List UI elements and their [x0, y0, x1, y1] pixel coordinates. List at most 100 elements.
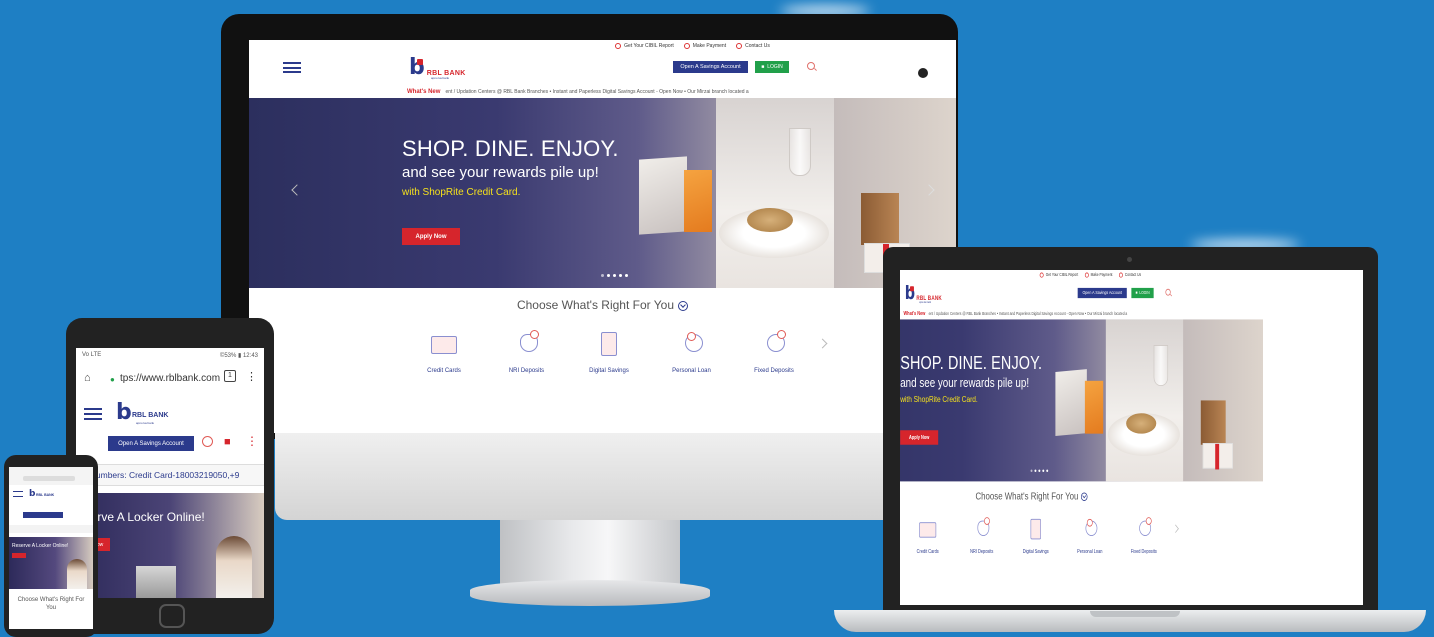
login-button[interactable]: ■ LOGIN	[1131, 287, 1154, 299]
phone-address-bar[interactable]	[23, 476, 75, 481]
brand-logo[interactable]: b RBL BANK apno ka bank	[905, 284, 942, 305]
news-ticker: What's New ent / Updation Centers @ RBL …	[900, 309, 1263, 319]
product-digital-savings[interactable]: Digital Savings	[574, 330, 644, 374]
ticker-text[interactable]: lumbers: Credit Card-18003219050,+9	[94, 470, 239, 480]
product-list: Credit Cards NRI Deposits Digital Saving…	[905, 517, 1167, 555]
chevron-right-icon[interactable]	[923, 184, 935, 196]
phone-screen: b RBL BANK Reserve A Locker Online! Choo…	[9, 467, 93, 629]
carousel-dots[interactable]	[601, 274, 628, 277]
tablet-home-button[interactable]	[159, 604, 185, 628]
home-icon[interactable]: ⌂	[84, 372, 91, 384]
logo-tagline: apno ka bank	[431, 76, 450, 80]
apply-now-button[interactable]	[12, 553, 26, 558]
product-credit-cards[interactable]: Credit Cards	[409, 330, 479, 374]
gift-ribbon-image	[1202, 443, 1233, 470]
open-account-button[interactable]: Open A Savings Account	[1077, 287, 1127, 299]
product-fixed-deposits[interactable]: Fixed Deposits	[1121, 517, 1167, 555]
orange-bag-image	[1084, 380, 1104, 434]
hero-subtitle: and see your rewards pile up!	[402, 164, 599, 181]
search-icon[interactable]	[1165, 288, 1171, 296]
product-personal-loan[interactable]: Personal Loan	[657, 330, 727, 374]
contact-link[interactable]: Contact Us	[1118, 272, 1141, 278]
open-account-button[interactable]	[23, 512, 63, 518]
choose-heading-cont: You	[45, 605, 57, 611]
wine-glass-image	[789, 128, 811, 176]
logo-text[interactable]: RBL BANK	[132, 412, 168, 419]
shopping-bag-image	[1055, 369, 1087, 436]
hero-banner: SHOP. DINE. ENJOY. and see your rewards …	[900, 319, 1264, 482]
product-label: Digital Savings	[589, 368, 629, 374]
money-bag-icon	[512, 330, 542, 358]
utility-bar: Get Your CIBIL Report Make Payment Conta…	[249, 40, 956, 52]
more-icon[interactable]: ⋮	[246, 434, 258, 448]
login-lock-icon[interactable]: ■	[224, 436, 231, 448]
phone-icon	[1118, 272, 1123, 278]
cibil-link[interactable]: Get Your CIBIL Report	[1039, 272, 1078, 278]
news-ticker: What's New ent / Updation Centers @ RBL …	[249, 86, 956, 98]
payment-link[interactable]: Make Payment	[1084, 272, 1112, 278]
card-icon	[683, 43, 690, 49]
hero-title: Reserve A Locker Online!	[12, 543, 69, 549]
hamburger-menu-icon[interactable]	[13, 491, 23, 497]
chevron-down-icon[interactable]	[678, 300, 689, 311]
hamburger-menu-icon[interactable]	[283, 62, 301, 73]
search-icon[interactable]	[202, 436, 213, 447]
login-label: LOGIN	[1139, 290, 1150, 296]
laptop-notch	[1090, 611, 1180, 617]
products-next-icon[interactable]	[1172, 524, 1179, 533]
woman-image	[216, 536, 252, 598]
address-bar[interactable]: tps://www.rblbank.com	[120, 373, 220, 384]
product-personal-loan[interactable]: Personal Loan	[1067, 517, 1113, 555]
choose-heading: Choose What's Right For	[17, 597, 85, 603]
choose-text: Choose What's Right For You	[516, 298, 675, 312]
hero-banner: SHOP. DINE. ENJOY. and see your rewards …	[249, 98, 956, 288]
login-label: LOGIN	[767, 64, 783, 70]
cibil-link[interactable]: Get Your CIBIL Report	[615, 43, 674, 49]
product-list: Credit Cards NRI Deposits Digital Saving…	[409, 330, 809, 374]
chevron-down-icon[interactable]	[1080, 492, 1088, 501]
products-next-icon[interactable]	[817, 338, 828, 349]
lock-icon: ●	[110, 375, 115, 384]
site-header: b RBL BANK apno ka bank Open A Savings A…	[249, 54, 956, 84]
contact-link[interactable]: Contact Us	[736, 43, 770, 49]
logo-text[interactable]: RBL BANK	[36, 493, 54, 497]
open-account-button[interactable]: Open A Savings Account	[673, 61, 748, 73]
utility-bar: Get Your CIBIL Report Make Payment Conta…	[900, 270, 1263, 280]
tablet-screen: Vo LTE ©53% ▮ 12:43 ⌂ ● tps://www.rblban…	[76, 348, 264, 598]
clock-coin-icon	[1134, 517, 1154, 541]
ticker-text[interactable]: ent / Updation Centers @ RBL Bank Branch…	[929, 312, 1128, 317]
more-menu-icon[interactable]: ⋮	[246, 370, 257, 383]
clock-icon	[1039, 272, 1044, 278]
product-credit-cards[interactable]: Credit Cards	[905, 517, 951, 555]
search-icon[interactable]	[807, 62, 815, 70]
product-nri-deposits[interactable]: NRI Deposits	[492, 330, 562, 374]
hamburger-menu-icon[interactable]	[84, 408, 102, 420]
credit-card-icon	[429, 330, 459, 358]
apply-now-button[interactable]: Apply Now	[402, 228, 460, 245]
apply-now-button[interactable]: Apply Now	[900, 430, 939, 445]
product-digital-savings[interactable]: Digital Savings	[1013, 517, 1059, 555]
product-fixed-deposits[interactable]: Fixed Deposits	[739, 330, 809, 374]
payment-link[interactable]: Make Payment	[683, 43, 726, 49]
carousel-dots[interactable]	[1030, 469, 1049, 473]
ticker-text[interactable]: ent / Updation Centers @ RBL Bank Branch…	[445, 89, 748, 95]
login-button[interactable]: ■ LOGIN	[755, 61, 789, 73]
phone-icon	[736, 43, 743, 49]
brand-logo[interactable]: b RBL BANK apno ka bank	[409, 55, 466, 81]
laptop-camera	[1127, 257, 1132, 262]
gift-box-image	[861, 193, 899, 245]
money-bag-icon	[972, 517, 992, 541]
logo-mark: b	[409, 55, 425, 80]
monitor-stand-foot	[470, 580, 710, 606]
logo-tagline: apno ka bank	[919, 300, 931, 305]
hand-coin-icon	[1080, 517, 1100, 541]
chevron-left-icon[interactable]	[291, 184, 303, 196]
lock-icon: ■	[1135, 290, 1138, 296]
wine-glass-image	[1153, 345, 1169, 386]
mobile-savings-icon	[594, 330, 624, 358]
whats-new-label: What's New	[903, 311, 926, 317]
product-nri-deposits[interactable]: NRI Deposits	[959, 517, 1005, 555]
open-account-button[interactable]: Open A Savings Account	[108, 436, 194, 451]
product-label: Personal Loan	[1077, 549, 1103, 555]
tab-count-button[interactable]: 1	[224, 370, 236, 382]
